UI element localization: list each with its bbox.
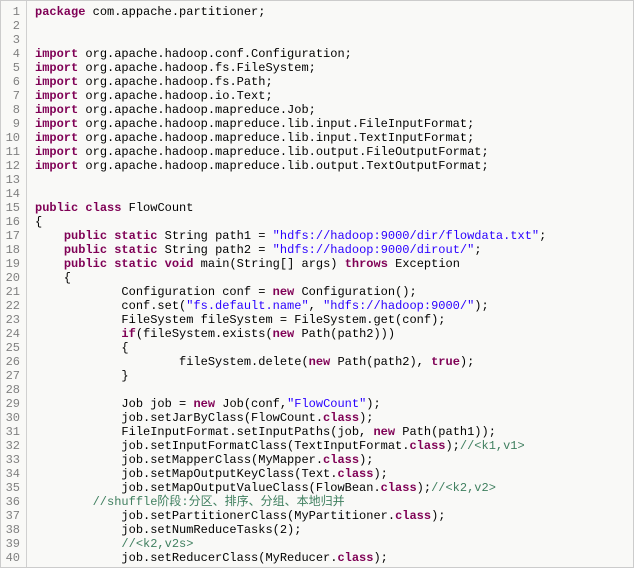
code-line: //shuffle阶段:分区、排序、分组、本地归并 [35,495,546,509]
line-number: 3 [5,33,20,47]
line-number: 38 [5,523,20,537]
code-line: import org.apache.hadoop.mapreduce.lib.o… [35,159,546,173]
code-line: import org.apache.hadoop.mapreduce.lib.i… [35,131,546,145]
code-line: { [35,341,546,355]
line-number: 5 [5,61,20,75]
line-number: 9 [5,117,20,131]
line-number: 30 [5,411,20,425]
code-line [35,33,546,47]
code-line [35,187,546,201]
line-number: 6 [5,75,20,89]
line-number: 31 [5,425,20,439]
code-line: job.setMapOutputValueClass(FlowBean.clas… [35,481,546,495]
line-number: 40 [5,551,20,565]
line-number: 34 [5,467,20,481]
code-line: import org.apache.hadoop.mapreduce.lib.o… [35,145,546,159]
code-line: job.setMapperClass(MyMapper.class); [35,453,546,467]
code-line: import org.apache.hadoop.conf.Configurat… [35,47,546,61]
line-number: 19 [5,257,20,271]
code-line [35,173,546,187]
code-line: public class FlowCount [35,201,546,215]
code-line: import org.apache.hadoop.mapreduce.Job; [35,103,546,117]
line-number: 1 [5,5,20,19]
code-line: job.setJarByClass(FlowCount.class); [35,411,546,425]
code-line: //<k2,v2s> [35,537,546,551]
code-line: job.setInputFormatClass(TextInputFormat.… [35,439,546,453]
code-line: job.setReducerClass(MyReducer.class); [35,551,546,565]
line-number: 23 [5,313,20,327]
line-number: 16 [5,215,20,229]
line-number: 26 [5,355,20,369]
code-line: job.setMapOutputKeyClass(Text.class); [35,467,546,481]
code-line [35,383,546,397]
line-number: 29 [5,397,20,411]
code-line: job.setPartitionerClass(MyPartitioner.cl… [35,509,546,523]
line-number: 12 [5,159,20,173]
line-number: 35 [5,481,20,495]
line-number: 18 [5,243,20,257]
line-number: 32 [5,439,20,453]
line-number: 13 [5,173,20,187]
code-line: } [35,369,546,383]
line-gutter: 1234567891011121314151617181920212223242… [1,1,27,567]
code-line: { [35,271,546,285]
line-number: 39 [5,537,20,551]
code-line: fileSystem.delete(new Path(path2), true)… [35,355,546,369]
line-number: 20 [5,271,20,285]
code-line: import org.apache.hadoop.io.Text; [35,89,546,103]
code-line: if(fileSystem.exists(new Path(path2))) [35,327,546,341]
line-number: 11 [5,145,20,159]
line-number: 4 [5,47,20,61]
code-line: import org.apache.hadoop.fs.FileSystem; [35,61,546,75]
code-line: import org.apache.hadoop.fs.Path; [35,75,546,89]
line-number: 22 [5,299,20,313]
line-number: 21 [5,285,20,299]
code-line: public static String path2 = "hdfs://had… [35,243,546,257]
code-line: Configuration conf = new Configuration()… [35,285,546,299]
line-number: 27 [5,369,20,383]
code-line: import org.apache.hadoop.mapreduce.lib.i… [35,117,546,131]
code-line: conf.set("fs.default.name", "hdfs://hado… [35,299,546,313]
code-line: FileSystem fileSystem = FileSystem.get(c… [35,313,546,327]
line-number: 37 [5,509,20,523]
line-number: 8 [5,103,20,117]
line-number: 2 [5,19,20,33]
code-line: job.setNumReduceTasks(2); [35,523,546,537]
line-number: 10 [5,131,20,145]
code-line: { [35,215,546,229]
line-number: 14 [5,187,20,201]
line-number: 15 [5,201,20,215]
code-line: package com.appache.partitioner; [35,5,546,19]
code-body[interactable]: package com.appache.partitioner; import … [27,1,550,567]
code-line: FileInputFormat.setInputPaths(job, new P… [35,425,546,439]
line-number: 24 [5,327,20,341]
code-line: public static void main(String[] args) t… [35,257,546,271]
code-line [35,19,546,33]
code-line: public static String path1 = "hdfs://had… [35,229,546,243]
code-line: Job job = new Job(conf,"FlowCount"); [35,397,546,411]
line-number: 36 [5,495,20,509]
line-number: 7 [5,89,20,103]
line-number: 28 [5,383,20,397]
code-editor: 1234567891011121314151617181920212223242… [1,1,633,567]
line-number: 25 [5,341,20,355]
line-number: 33 [5,453,20,467]
line-number: 17 [5,229,20,243]
